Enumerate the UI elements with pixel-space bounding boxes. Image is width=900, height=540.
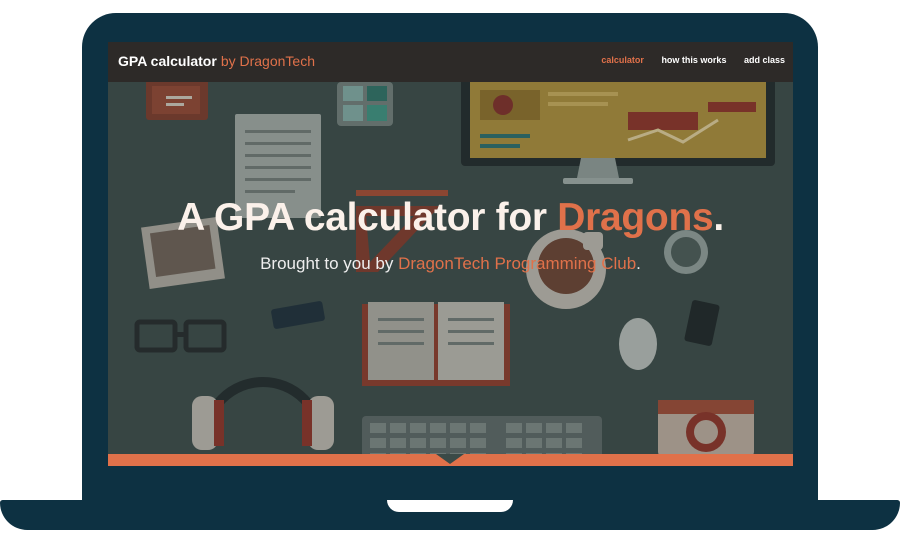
brand-byline: by DragonTech: [220, 53, 315, 69]
scroll-down-arrow-icon[interactable]: [436, 454, 464, 464]
subtitle-link[interactable]: DragonTech Programming Club: [398, 254, 636, 273]
hero-subtitle: Brought to you by DragonTech Programming…: [108, 254, 793, 274]
brand[interactable]: GPA calculator by DragonTech: [118, 53, 315, 69]
nav-menu: calculator how this works add class: [586, 55, 785, 65]
subtitle-text: Brought to you by: [260, 254, 399, 273]
laptop-notch: [387, 500, 513, 512]
nav-item-calculator[interactable]: calculator: [601, 55, 644, 65]
brand-title: GPA calculator: [118, 53, 217, 69]
laptop-screen: GPA calculator by DragonTech calculator h…: [108, 42, 793, 466]
navbar: GPA calculator by DragonTech calculator h…: [108, 42, 793, 82]
headline-accent: Dragons: [557, 196, 714, 239]
nav-item-add-class[interactable]: add class: [744, 55, 785, 65]
hero: A GPA calculator for Dragons. Brought to…: [108, 82, 793, 455]
nav-item-how-this-works[interactable]: how this works: [661, 55, 726, 65]
headline-text: A GPA calculator for: [177, 196, 558, 239]
subtitle-period: .: [636, 254, 641, 273]
hero-headline: A GPA calculator for Dragons.: [108, 196, 793, 240]
headline-period: .: [713, 196, 724, 239]
